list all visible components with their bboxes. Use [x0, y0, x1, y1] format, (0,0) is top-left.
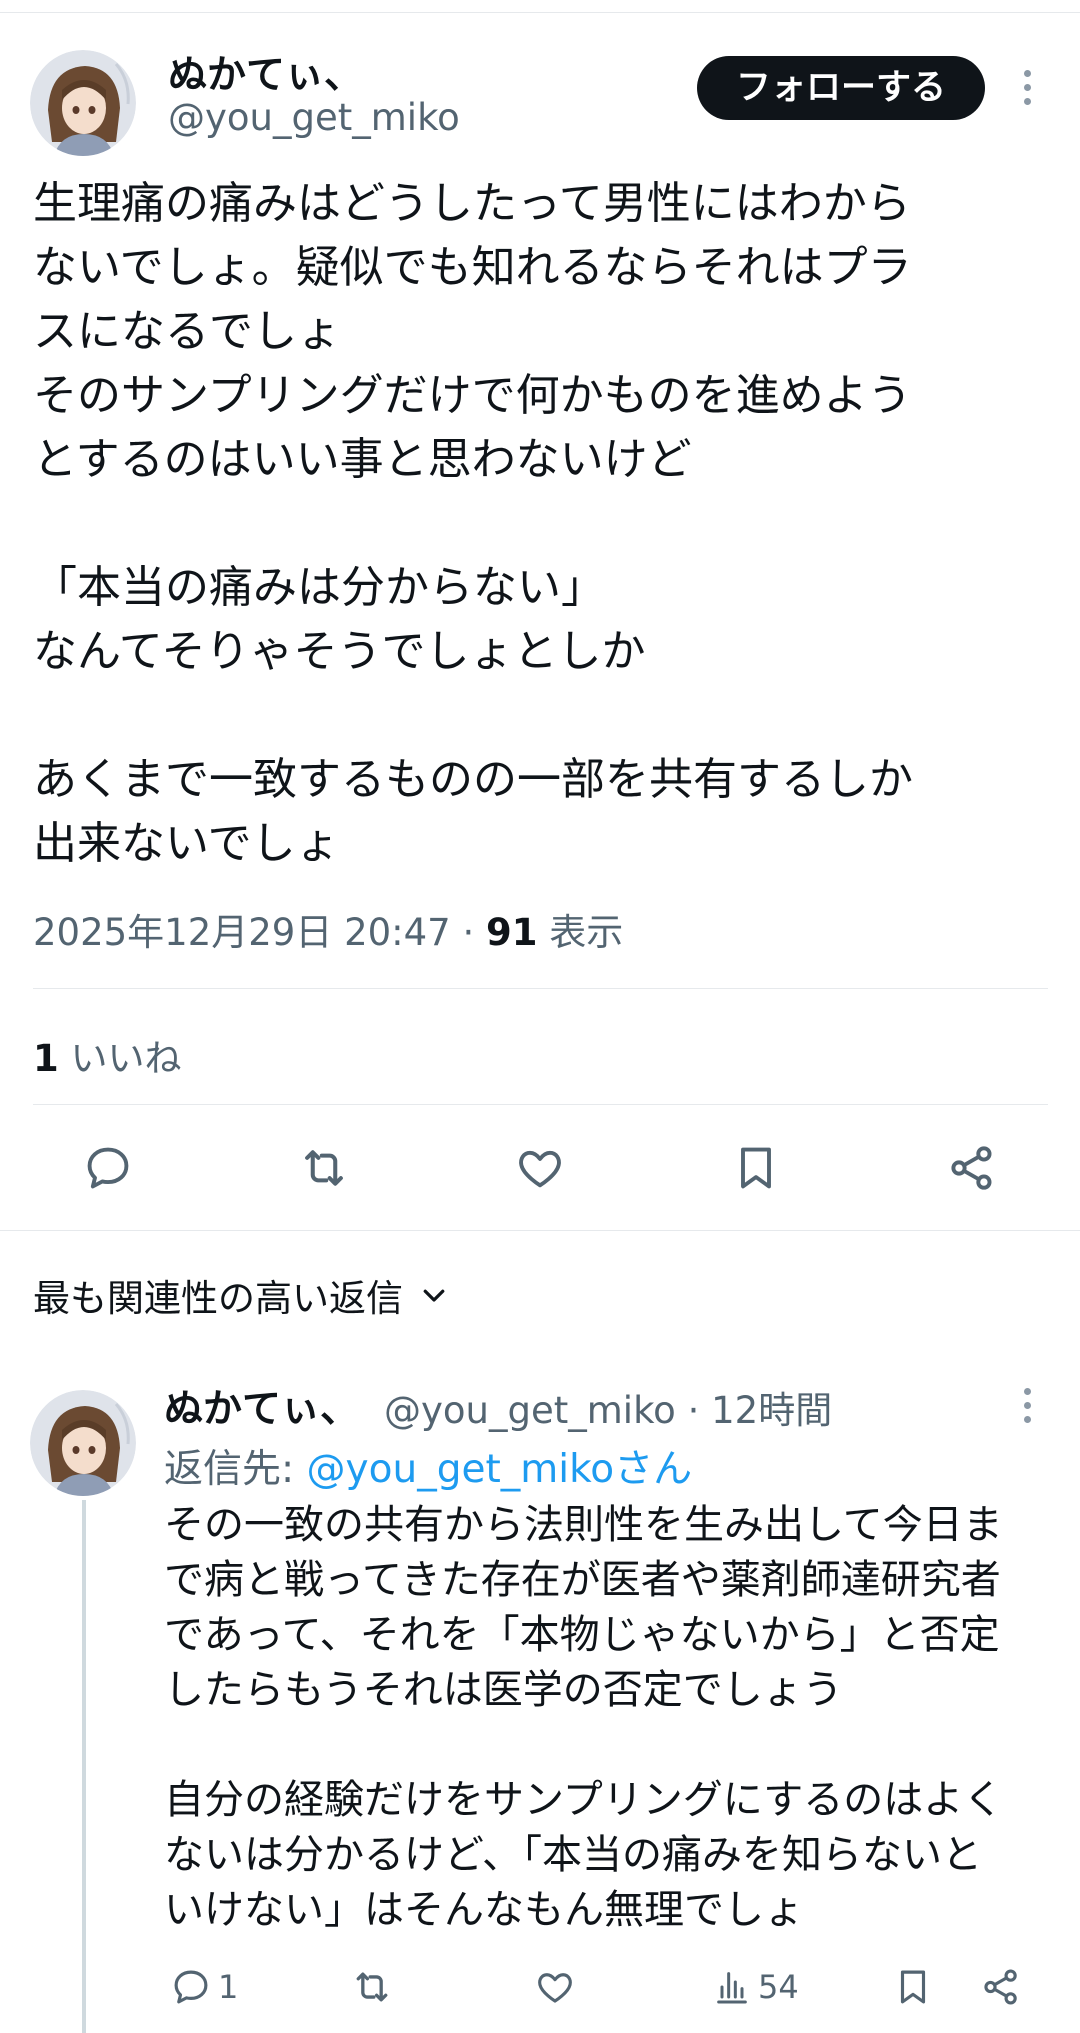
- reply-sort-dropdown[interactable]: 最も関連性の高い返信: [33, 1268, 449, 1322]
- more-options-icon[interactable]: [1008, 58, 1048, 118]
- retweet-button[interactable]: [294, 1138, 354, 1198]
- reply-retweet-button[interactable]: [350, 1962, 394, 2012]
- likes-label: いいね: [70, 1037, 182, 1080]
- reply-header-meta: @you_get_miko · 12時間: [384, 1380, 832, 1434]
- chevron-down-icon: [423, 1289, 445, 1302]
- reply-text: その一致の共有から法則性を生み出して今日ま で病と戦ってきた存在が医者や薬剤師達…: [164, 1502, 1004, 1933]
- share-button[interactable]: [942, 1138, 1002, 1198]
- reply-meta-separator: ·: [687, 1389, 700, 1432]
- tweet-timestamp[interactable]: 2025年12月29日 20:47: [33, 911, 451, 954]
- reply-button[interactable]: [78, 1138, 138, 1198]
- bookmark-icon: [741, 1147, 771, 1189]
- reply-share-button[interactable]: [980, 1962, 1022, 2012]
- thread-line: [82, 1500, 86, 2033]
- analytics-icon: [717, 1972, 747, 2004]
- heart-icon: [538, 1973, 572, 2003]
- bookmark-button[interactable]: [726, 1138, 786, 1198]
- reply-icon: [87, 1147, 129, 1189]
- meta-separator: ·: [462, 911, 475, 954]
- share-icon: [951, 1146, 992, 1190]
- reply-bookmark-button[interactable]: [892, 1962, 934, 2012]
- likes-count: 1: [33, 1037, 59, 1080]
- reply-author-name[interactable]: ぬかてぃ、: [164, 1378, 359, 1434]
- reply-to-link[interactable]: @you_get_mikoさん: [307, 1447, 693, 1492]
- author-name[interactable]: ぬかてぃ、: [168, 44, 363, 100]
- tweet-meta: 2025年12月29日 20:47 · 91 表示: [33, 902, 623, 956]
- reply-like-button[interactable]: [534, 1962, 576, 2012]
- views-count: 91: [486, 911, 538, 954]
- author-avatar[interactable]: [30, 50, 136, 156]
- tweet-text: 生理痛の痛みはどうしたって男性にはわから ないでしょ。疑似でも知れるならそれはプ…: [33, 178, 913, 869]
- reply-views-count: 54: [758, 1968, 799, 2006]
- follow-button[interactable]: フォローする: [697, 56, 985, 120]
- retweet-icon: [305, 1150, 343, 1186]
- section-divider: [0, 1230, 1080, 1231]
- reply-to: 返信先: @you_get_mikoさん: [164, 1438, 692, 1494]
- views-label: 表示: [549, 911, 624, 954]
- top-divider: [0, 12, 1080, 13]
- reply-reply-count: 1: [218, 1968, 239, 2006]
- reply-more-options-icon[interactable]: [1008, 1376, 1048, 1436]
- meta-divider: [33, 988, 1048, 989]
- reply-time[interactable]: 12時間: [711, 1389, 832, 1432]
- bookmark-icon: [900, 1970, 926, 2004]
- share-icon: [984, 1969, 1017, 2005]
- likes-divider: [33, 1104, 1048, 1105]
- reply-views-button[interactable]: 54: [712, 1962, 799, 2012]
- reply-sort-label: 最も関連性の高い返信: [33, 1277, 403, 1320]
- reply-author-handle[interactable]: @you_get_miko: [384, 1389, 676, 1432]
- author-handle[interactable]: @you_get_miko: [168, 96, 460, 139]
- like-button[interactable]: [510, 1138, 570, 1198]
- heart-icon: [519, 1150, 561, 1188]
- reply-reply-button[interactable]: 1: [170, 1962, 238, 2012]
- reply-to-label: 返信先:: [164, 1447, 295, 1492]
- likes-summary[interactable]: 1 いいね: [33, 1028, 182, 1082]
- reply-icon: [174, 1970, 208, 2004]
- retweet-icon: [356, 1972, 388, 2002]
- reply-author-avatar[interactable]: [30, 1390, 136, 1496]
